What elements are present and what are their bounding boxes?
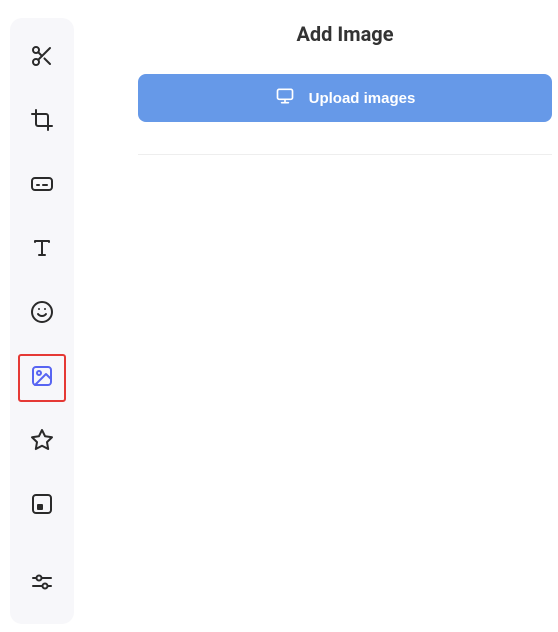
main-panel: Add Image Upload images xyxy=(88,0,558,632)
sidebar-item-cut[interactable] xyxy=(19,35,65,81)
monitor-icon xyxy=(275,86,295,110)
image-icon xyxy=(30,364,54,392)
captions-icon xyxy=(30,172,54,200)
sidebar-item-captions[interactable] xyxy=(19,163,65,209)
sidebar-item-emoji[interactable] xyxy=(19,291,65,337)
upload-images-button[interactable]: Upload images xyxy=(138,74,552,122)
sidebar-item-star[interactable] xyxy=(19,419,65,465)
overlay-icon xyxy=(30,492,54,520)
crop-icon xyxy=(30,108,54,136)
sidebar-item-adjust[interactable] xyxy=(19,561,65,607)
toolbar-sidebar xyxy=(10,18,74,624)
upload-button-label: Upload images xyxy=(309,90,416,107)
smile-icon xyxy=(30,300,54,328)
scissors-icon xyxy=(30,44,54,72)
star-icon xyxy=(30,428,54,456)
divider xyxy=(138,154,552,155)
text-icon xyxy=(30,236,54,264)
sliders-icon xyxy=(30,570,54,598)
sidebar-item-overlay[interactable] xyxy=(19,483,65,529)
page-title: Add Image xyxy=(138,22,552,46)
sidebar-item-image[interactable] xyxy=(19,355,65,401)
sidebar-item-crop[interactable] xyxy=(19,99,65,145)
sidebar-item-text[interactable] xyxy=(19,227,65,273)
